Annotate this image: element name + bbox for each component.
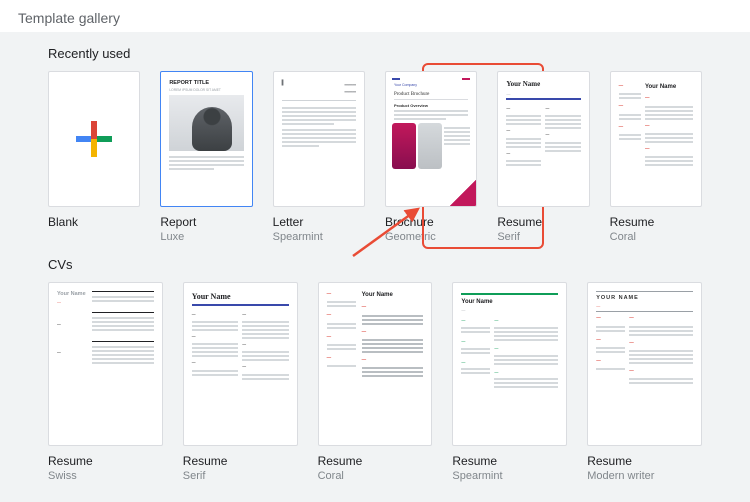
template-card-resume-coral: — — — Your Name — — xyxy=(610,71,702,243)
template-sub: Spearmint xyxy=(273,231,365,243)
template-card-report: REPORT TITLE LOREM IPSUM DOLOR SIT AMET … xyxy=(160,71,252,243)
thumb-spearmint-cv[interactable]: Your Name — — — — — — — xyxy=(452,282,567,446)
template-sub: Luxe xyxy=(160,231,252,243)
template-card-spearmint-cv: Your Name — — — — — — — xyxy=(452,282,567,482)
template-name: Letter xyxy=(273,215,365,229)
template-name: Resume xyxy=(587,454,702,468)
template-card-blank: Blank xyxy=(48,71,140,243)
preview-report-title: REPORT TITLE xyxy=(169,80,243,88)
page-title: Template gallery xyxy=(18,10,120,26)
template-name: Resume xyxy=(183,454,298,468)
thumb-serif-cv[interactable]: Your Name — — — — — — xyxy=(183,282,298,446)
template-name: Report xyxy=(160,215,252,229)
preview-your-name: Your Name xyxy=(645,83,693,91)
template-sub: Spearmint xyxy=(452,470,567,482)
template-card-brochure: Your Company Product Brochure Product Ov… xyxy=(385,71,477,243)
preview-brochure-title: Product Brochure xyxy=(394,92,468,97)
template-name: Brochure xyxy=(385,215,477,229)
plus-icon xyxy=(76,121,112,157)
thumb-resume-coral[interactable]: — — — Your Name — — xyxy=(610,71,702,207)
template-name: Resume xyxy=(452,454,567,468)
template-name: Resume xyxy=(610,215,702,229)
template-sub: Geometric xyxy=(385,231,477,243)
template-name: Blank xyxy=(48,215,140,229)
template-card-letter: ▌▁▁▁▁▁▁ Letter Spearmint xyxy=(273,71,365,243)
template-sub: Swiss xyxy=(48,470,163,482)
template-name: Resume xyxy=(318,454,433,468)
template-card-resume-serif: Your Name — — — — — — xyxy=(497,71,589,243)
preview-report-sub: LOREM IPSUM DOLOR SIT AMET xyxy=(169,88,243,93)
template-sub: Serif xyxy=(183,470,298,482)
row-cvs: Your Name — — — Resume Sw xyxy=(18,282,732,482)
template-sub: Coral xyxy=(610,231,702,243)
row-recent: Blank REPORT TITLE LOREM IPSUM DOLOR SIT… xyxy=(18,71,732,243)
thumb-swiss[interactable]: Your Name — — — xyxy=(48,282,163,446)
preview-brochure-company: Your Company xyxy=(394,83,468,87)
preview-brochure-overview: Product Overview xyxy=(394,103,468,108)
section-title-recent: Recently used xyxy=(18,32,732,71)
thumb-report[interactable]: REPORT TITLE LOREM IPSUM DOLOR SIT AMET xyxy=(160,71,252,207)
template-name: Resume xyxy=(497,215,589,229)
thumb-brochure[interactable]: Your Company Product Brochure Product Ov… xyxy=(385,71,477,207)
thumb-coral-cv[interactable]: — — — — Your Name — — — xyxy=(318,282,433,446)
template-card-modern-writer: YOUR NAME — — — — — — — xyxy=(587,282,702,482)
thumb-blank[interactable] xyxy=(48,71,140,207)
template-name: Resume xyxy=(48,454,163,468)
gallery-body: Recently used Blank REPORT TITLE xyxy=(0,32,750,502)
template-card-swiss: Your Name — — — Resume Sw xyxy=(48,282,163,482)
template-card-coral-cv: — — — — Your Name — — — Resume Coral xyxy=(318,282,433,482)
page-header: Template gallery xyxy=(0,0,750,32)
template-sub: Modern writer xyxy=(587,470,702,482)
template-sub: Coral xyxy=(318,470,433,482)
section-title-cvs: CVs xyxy=(18,243,732,282)
thumb-letter[interactable]: ▌▁▁▁▁▁▁ xyxy=(273,71,365,207)
thumb-resume-serif[interactable]: Your Name — — — — — — xyxy=(497,71,589,207)
thumb-modern-writer[interactable]: YOUR NAME — — — — — — — xyxy=(587,282,702,446)
preview-your-name: Your Name xyxy=(506,80,580,90)
template-card-serif-cv: Your Name — — — — — — Resume Serif xyxy=(183,282,298,482)
template-sub: Serif xyxy=(497,231,589,243)
